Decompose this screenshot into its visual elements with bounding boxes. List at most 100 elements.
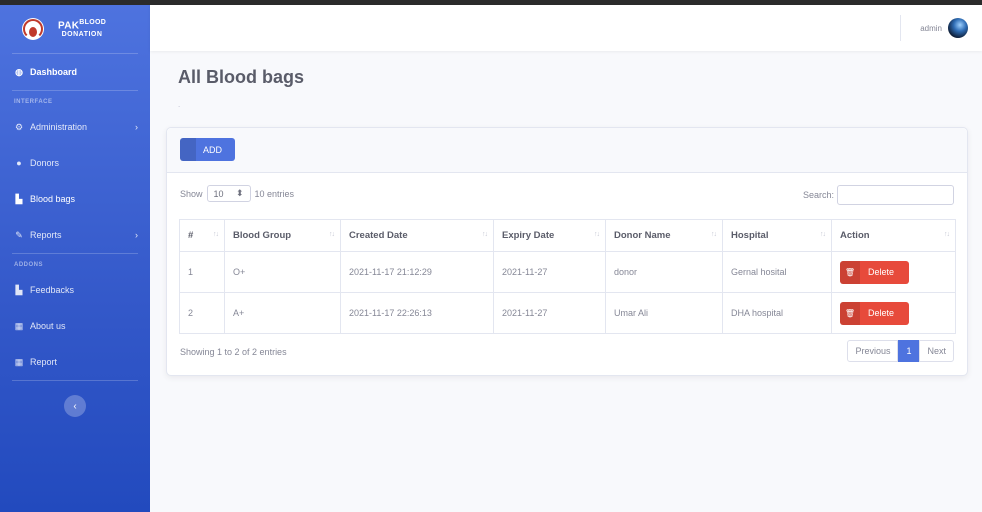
- sidebar-item-blood-bags[interactable]: ▙ Blood bags: [0, 181, 150, 217]
- length-control: Show 10 ⬍ 10 entries: [180, 185, 294, 202]
- column-header-label: Donor Name: [614, 230, 671, 241]
- cell-blood-group: A+: [224, 292, 341, 334]
- cell-created-date: 2021-11-17 22:26:13: [340, 292, 494, 334]
- sort-icon: ↑↓: [329, 231, 335, 238]
- sort-icon: ↑↓: [213, 231, 219, 238]
- column-header-label: Created Date: [349, 230, 408, 241]
- column-header-donor-name[interactable]: Donor Name ↑↓: [605, 219, 723, 252]
- area-chart-icon: ▙: [15, 193, 23, 204]
- table-icon: ▦: [14, 320, 24, 331]
- search-control: Search:: [803, 185, 954, 205]
- brand-text: PAKBLOOD DONATION: [58, 19, 106, 39]
- cell-expiry-date: 2021-11-27: [493, 292, 606, 334]
- column-header-label: Hospital: [731, 230, 769, 241]
- user-name[interactable]: admin: [920, 24, 942, 33]
- sidebar-item-label: Dashboard: [30, 67, 78, 77]
- brand[interactable]: PAKBLOOD DONATION: [0, 5, 150, 53]
- cell-blood-group: O+: [224, 251, 341, 293]
- sidebar-item-label: Reports: [30, 230, 62, 240]
- sort-icon: ↑↓: [594, 231, 600, 238]
- table-row: 1 O+ 2021-11-17 21:12:29 2021-11-27 dono…: [179, 251, 956, 293]
- entries-label: 10 entries: [254, 188, 295, 199]
- brand-line2: DONATION: [61, 31, 103, 39]
- dashboard-icon: ◍: [15, 66, 23, 77]
- blood-drop-logo-icon: [22, 18, 44, 40]
- sidebar-heading-interface: INTERFACE: [14, 99, 53, 105]
- entries-select[interactable]: 10 ⬍: [206, 185, 251, 202]
- column-header-label: Expiry Date: [502, 230, 555, 241]
- select-arrows-icon: ⬍: [235, 188, 244, 198]
- sidebar-item-label: Administration: [30, 122, 88, 132]
- table-icon: ▦: [14, 356, 24, 367]
- column-header-blood-group[interactable]: Blood Group ↑↓: [224, 219, 341, 252]
- chevron-right-icon: ›: [135, 230, 138, 240]
- cell-expiry-date: 2021-11-27: [493, 251, 606, 293]
- brand-line1: PAK: [58, 20, 80, 32]
- cell-hospital: DHA hospital: [722, 292, 832, 334]
- sort-icon: ↑↓: [820, 231, 826, 238]
- sort-icon: ↑↓: [711, 231, 717, 238]
- plus-icon: [180, 138, 196, 161]
- pagination-page-1[interactable]: 1: [898, 340, 920, 362]
- card-header: ADD: [167, 128, 967, 173]
- column-header-expiry-date[interactable]: Expiry Date ↑↓: [493, 219, 606, 252]
- sidebar-item-label: Blood bags: [30, 194, 76, 204]
- pagination: Previous 1 Next: [847, 340, 954, 362]
- search-input[interactable]: [837, 185, 954, 205]
- delete-button-label: Delete: [868, 267, 895, 277]
- column-header-hospital[interactable]: Hospital ↑↓: [722, 219, 832, 252]
- sidebar-item-label: Report: [30, 357, 58, 367]
- brand-line1-sup: BLOOD: [79, 18, 107, 26]
- gear-icon: ⚙: [14, 121, 24, 132]
- cell-donor-name: donor: [605, 251, 723, 293]
- column-header-num[interactable]: # ↑↓: [179, 219, 225, 252]
- wrench-icon: ✎: [15, 229, 23, 240]
- pagination-next[interactable]: Next: [919, 340, 954, 362]
- column-header-label: Action: [840, 230, 870, 241]
- sidebar-heading-addons: ADDONS: [14, 262, 44, 268]
- sidebar-item-label: Donors: [30, 158, 60, 168]
- chevron-left-icon: ‹: [73, 400, 77, 412]
- sidebar-item-label: Feedbacks: [30, 285, 75, 295]
- blood-bags-table: # ↑↓ Blood Group ↑↓ Created Date ↑↓ Expiry …: [179, 219, 956, 334]
- add-button[interactable]: ADD: [180, 138, 235, 161]
- sidebar-item-reports[interactable]: ✎ Reports ›: [0, 217, 150, 253]
- page-subtitle: .: [178, 100, 181, 109]
- sidebar-divider: [12, 380, 138, 381]
- column-header-action[interactable]: Action ↑↓: [831, 219, 956, 252]
- sort-icon: ↑↓: [482, 231, 488, 238]
- sidebar-item-label: About us: [30, 321, 66, 331]
- pagination-previous[interactable]: Previous: [847, 340, 899, 362]
- sidebar-toggle-button[interactable]: ‹: [64, 395, 86, 417]
- chart-icon: ▙: [15, 284, 23, 295]
- sidebar-item-administration[interactable]: ⚙ Administration ›: [0, 109, 150, 145]
- column-header-label: Blood Group: [233, 230, 292, 241]
- topbar: admin: [150, 5, 982, 51]
- delete-button[interactable]: 🗑 Delete: [840, 260, 909, 284]
- page-title: All Blood bags: [178, 67, 304, 87]
- sidebar-item-report[interactable]: ▦ Report: [0, 344, 150, 380]
- cell-num: 1: [179, 251, 225, 293]
- cell-hospital: Gernal hosital: [722, 251, 832, 293]
- sidebar-item-dashboard[interactable]: ◍ Dashboard: [0, 54, 150, 90]
- cell-donor-name: Umar Ali: [605, 292, 723, 334]
- sort-icon: ↑↓: [944, 231, 950, 238]
- trash-icon: 🗑: [840, 260, 860, 284]
- sidebar: PAKBLOOD DONATION ◍ Dashboard INTERFACE …: [0, 5, 150, 512]
- chevron-right-icon: ›: [135, 122, 138, 132]
- add-button-label: ADD: [203, 144, 223, 155]
- trash-icon: 🗑: [840, 301, 860, 325]
- column-header-created-date[interactable]: Created Date ↑↓: [340, 219, 494, 252]
- column-header-label: #: [188, 230, 194, 241]
- topbar-divider: [900, 15, 901, 41]
- table-row: 2 A+ 2021-11-17 22:26:13 2021-11-27 Umar…: [179, 292, 956, 334]
- table-header-row: # ↑↓ Blood Group ↑↓ Created Date ↑↓ Expiry …: [179, 219, 956, 252]
- cell-num: 2: [179, 292, 225, 334]
- show-label: Show: [180, 188, 203, 199]
- search-label: Search:: [802, 190, 834, 200]
- avatar[interactable]: [948, 18, 968, 38]
- sidebar-item-about[interactable]: ▦ About us: [0, 308, 150, 344]
- sidebar-item-donors[interactable]: ● Donors: [0, 145, 150, 181]
- sidebar-item-feedbacks[interactable]: ▙ Feedbacks: [0, 272, 150, 308]
- delete-button[interactable]: 🗑 Delete: [840, 301, 909, 325]
